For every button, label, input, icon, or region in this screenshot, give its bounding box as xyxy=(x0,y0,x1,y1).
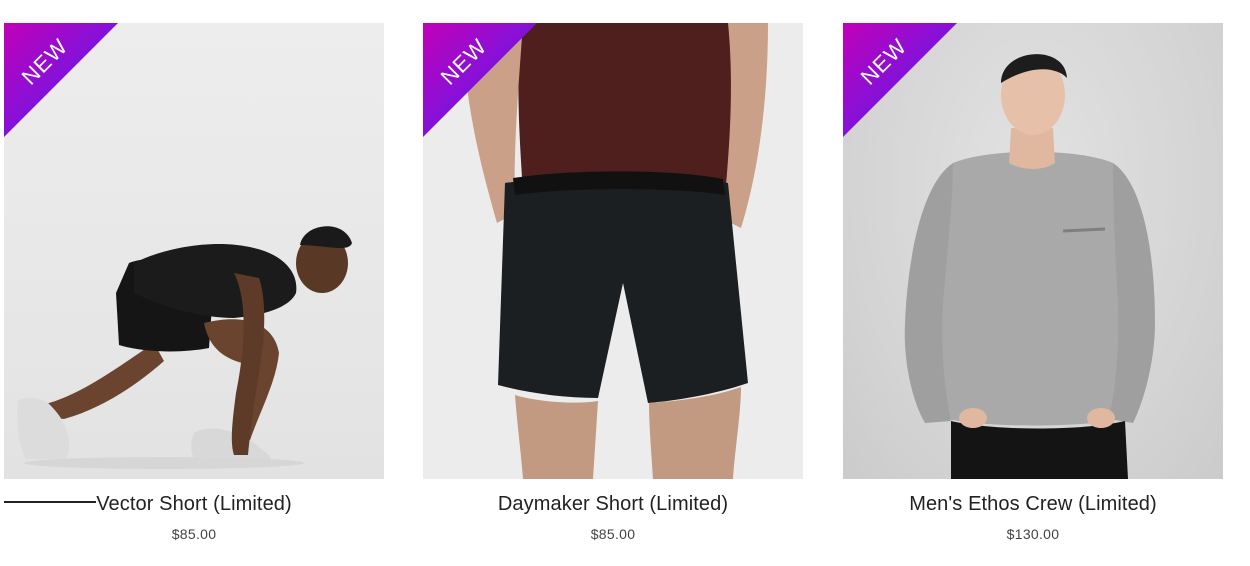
product-image[interactable]: NEW xyxy=(423,23,803,479)
product-title[interactable]: Men's Ethos Crew (Limited) xyxy=(843,493,1223,516)
product-price: $130.00 xyxy=(1006,526,1060,542)
product-image[interactable]: NEW xyxy=(843,23,1223,479)
active-indicator xyxy=(4,501,96,503)
product-image[interactable]: NEW xyxy=(4,23,384,479)
product-title[interactable]: Daymaker Short (Limited) xyxy=(423,493,803,516)
man-in-starting-stance-photo xyxy=(17,226,352,469)
black-shorts-model-photo xyxy=(463,23,768,479)
product-card[interactable]: NEW Daymaker Short (Limited) $85.00 xyxy=(423,23,803,542)
product-price: $85.00 xyxy=(590,526,636,542)
grey-crew-sweater-model-photo xyxy=(904,54,1155,479)
product-title[interactable]: Vector Short (Limited) xyxy=(4,493,384,516)
product-price: $85.00 xyxy=(171,526,217,542)
product-card[interactable]: NEW Vector Short (Limited) $85.00 xyxy=(4,23,384,542)
product-grid: NEW Vector Short (Limited) $85.00 NEW Da… xyxy=(0,0,1250,566)
product-card[interactable]: NEW Men's Ethos Crew (Limited) $130.00 xyxy=(843,23,1223,542)
